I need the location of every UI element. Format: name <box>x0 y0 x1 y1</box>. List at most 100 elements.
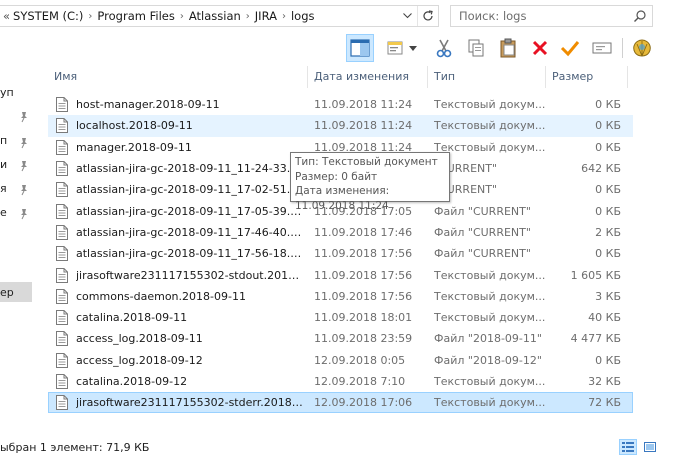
paste-button[interactable] <box>494 34 522 62</box>
delete-button[interactable] <box>526 34 554 62</box>
column-header-date[interactable]: Дата изменения <box>308 64 426 88</box>
breadcrumb-system-c[interactable]: SYSTEM (C:) <box>10 9 86 23</box>
file-name-cell[interactable]: manager.2018-09-11 <box>52 137 308 158</box>
search-input[interactable]: Поиск: logs <box>450 5 653 27</box>
nav-item[interactable]: уп <box>0 82 40 102</box>
properties-icon <box>387 41 403 55</box>
file-name-cell[interactable]: localhost.2018-09-11 <box>52 115 308 136</box>
file-size: 3 КБ <box>595 289 621 303</box>
file-name-cell[interactable]: atlassian-jira-gc-2018-09-11_17-05-39.lo… <box>52 200 308 221</box>
file-row[interactable]: catalina.2018-09-11 11.09.2018 18:01 Текст… <box>48 307 633 328</box>
command-toolbar <box>340 34 678 64</box>
copy-button[interactable] <box>462 34 490 62</box>
details-view-button[interactable] <box>619 439 637 455</box>
file-name-cell[interactable]: catalina.2018-09-12 <box>52 371 308 392</box>
file-name-cell[interactable]: atlassian-jira-gc-2018-09-11_11-24-33.lo… <box>52 158 308 179</box>
file-date: 11.09.2018 17:56 <box>314 289 413 303</box>
rename-button[interactable] <box>588 34 616 62</box>
nav-item-label: уп <box>0 85 14 99</box>
file-name: catalina.2018-09-11 <box>76 311 188 325</box>
file-row[interactable]: commons-daemon.2018-09-11 11.09.2018 17:5… <box>48 286 633 307</box>
text-file-icon <box>56 310 68 326</box>
column-header-name[interactable]: Имя <box>48 64 306 88</box>
extra-button[interactable] <box>628 34 656 62</box>
column-header-size[interactable]: Размер <box>546 64 626 88</box>
copy-icon <box>468 39 484 57</box>
file-name-cell[interactable]: access_log.2018-09-11 <box>52 328 308 349</box>
column-divider[interactable] <box>627 66 628 88</box>
nav-item-label: я <box>0 181 7 195</box>
text-file-icon <box>56 374 68 389</box>
file-row[interactable]: catalina.2018-09-12 12.09.2018 7:10 Тексто… <box>48 371 633 392</box>
properties-dropdown[interactable] <box>406 34 420 62</box>
file-row[interactable]: access_log.2018-09-11 11.09.2018 23:59 Фай… <box>48 328 633 349</box>
breadcrumb-jira[interactable]: JIRA <box>252 9 280 23</box>
breadcrumb-overflow[interactable]: « <box>0 9 10 23</box>
file-type: Файл "CURRENT" <box>434 225 531 239</box>
file-name-cell[interactable]: atlassian-jira-gc-2018-09-11_17-56-18.lo… <box>52 243 308 264</box>
address-bar-row: « SYSTEM (C:) › Program Files › Atlassia… <box>0 0 678 34</box>
file-name: host-manager.2018-09-11 <box>76 98 220 112</box>
file-type: "CURRENT" <box>434 183 498 197</box>
breadcrumb-separator[interactable]: › <box>178 11 186 22</box>
file-name-cell[interactable]: commons-daemon.2018-09-11 <box>52 286 308 307</box>
pin-icon[interactable] <box>18 137 30 149</box>
pin-icon[interactable] <box>18 208 30 220</box>
file-size: 72 КБ <box>588 396 621 410</box>
file-row[interactable]: jirasoftware231117155302-stderr.2018-09-… <box>48 392 633 414</box>
file-size: 642 КБ <box>581 162 621 176</box>
file-size: 0 КБ <box>595 183 621 197</box>
file-size: 0 КБ <box>595 247 621 261</box>
file-name-cell[interactable]: jirasoftware231117155302-stderr.2018-09-… <box>52 392 308 413</box>
column-header-type[interactable]: Тип <box>428 64 544 88</box>
file-name-cell[interactable]: catalina.2018-09-11 <box>52 307 308 328</box>
file-row[interactable]: host-manager.2018-09-11 11.09.2018 11:24 Т… <box>48 94 633 115</box>
file-row[interactable]: jirasoftware231117155302-stdout.2018-09.… <box>48 264 633 285</box>
checkmark-icon <box>560 41 580 57</box>
file-row[interactable]: atlassian-jira-gc-2018-09-11_17-56-18.lo… <box>48 243 633 264</box>
pin-icon[interactable] <box>18 111 30 123</box>
file-type: Текстовый докум... <box>434 311 546 325</box>
text-file-icon <box>56 118 68 134</box>
file-row[interactable]: localhost.2018-09-11 11.09.2018 11:24 Текс… <box>48 115 633 137</box>
breadcrumb-logs[interactable]: logs <box>288 9 318 23</box>
file-name-cell[interactable]: access_log.2018-09-12 <box>52 350 308 371</box>
file-name-cell[interactable]: atlassian-jira-gc-2018-09-11_17-46-40.lo… <box>52 222 308 243</box>
nav-item-selected[interactable]: ер <box>0 282 32 302</box>
file-row[interactable]: access_log.2018-09-12 12.09.2018 0:05 Файл… <box>48 350 633 371</box>
file-date: 11.09.2018 23:59 <box>314 332 413 346</box>
breadcrumb-program-files[interactable]: Program Files <box>94 9 177 23</box>
address-bar[interactable]: « SYSTEM (C:) › Program Files › Atlassia… <box>0 5 439 27</box>
search-placeholder: Поиск: logs <box>459 9 527 23</box>
breadcrumb-separator[interactable]: › <box>280 11 288 22</box>
address-history-dropdown[interactable] <box>397 6 417 26</box>
breadcrumb-separator[interactable]: › <box>244 11 252 22</box>
cut-button[interactable] <box>430 34 458 62</box>
breadcrumb-atlassian[interactable]: Atlassian <box>186 9 244 23</box>
breadcrumb-separator[interactable]: › <box>86 11 94 22</box>
text-file-icon <box>56 246 68 262</box>
file-type: Файл "2018-09-11" <box>434 332 542 346</box>
refresh-button[interactable] <box>417 6 438 26</box>
nav-item-label: п <box>0 133 8 147</box>
large-icons-view-button[interactable] <box>641 439 659 455</box>
pin-icon[interactable] <box>18 184 30 196</box>
delete-x-icon <box>532 40 548 56</box>
apply-button[interactable] <box>556 34 584 62</box>
pin-icon[interactable] <box>18 160 30 172</box>
preview-pane-button[interactable] <box>346 34 374 62</box>
file-date: 12.09.2018 7:10 <box>314 375 406 388</box>
text-file-icon <box>56 203 68 219</box>
file-row[interactable]: atlassian-jira-gc-2018-09-11_17-46-40.lo… <box>48 222 633 243</box>
file-name-cell[interactable]: host-manager.2018-09-11 <box>52 94 308 115</box>
file-name-cell[interactable]: atlassian-jira-gc-2018-09-11_17-02-51.lo… <box>52 179 308 200</box>
file-type: Файл "CURRENT" <box>434 247 531 261</box>
file-name-cell[interactable]: jirasoftware231117155302-stdout.2018-09.… <box>52 264 308 285</box>
file-type: Текстовый докум... <box>434 289 546 303</box>
file-size: 32 КБ <box>588 375 621 388</box>
file-size: 2 КБ <box>595 225 621 239</box>
file-type: "CURRENT" <box>434 162 498 176</box>
file-type: Текстовый докум... <box>434 375 546 388</box>
column-headers: Имя Дата изменения Тип Размер <box>48 64 633 88</box>
paste-icon <box>500 38 516 58</box>
